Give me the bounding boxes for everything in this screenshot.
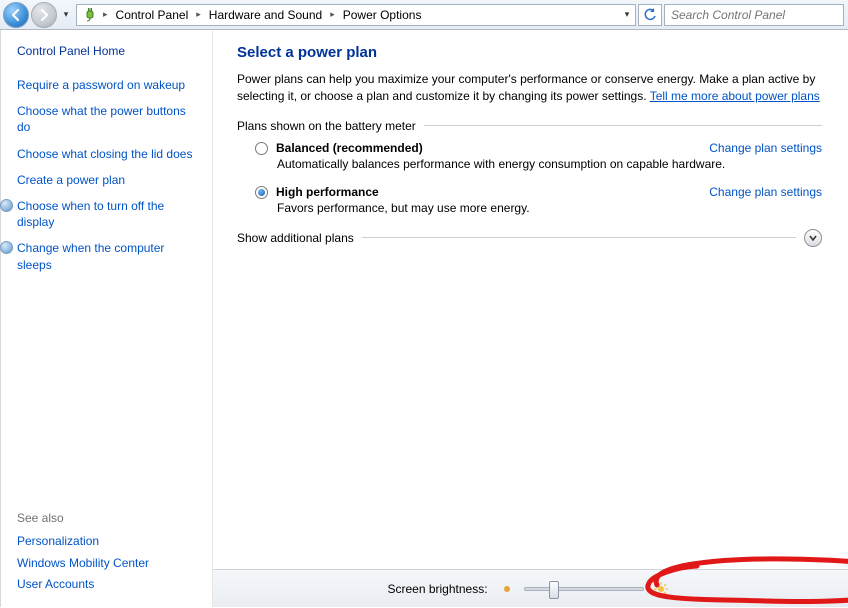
sidebar-link-turn-off-display[interactable]: Choose when to turn off the display — [17, 198, 196, 230]
plan-name-balanced: Balanced (recommended) — [276, 141, 423, 155]
sidebar-link-create-plan[interactable]: Create a power plan — [17, 172, 196, 188]
sidebar-link-computer-sleeps[interactable]: Change when the computer sleeps — [17, 240, 196, 272]
slider-thumb[interactable] — [549, 581, 559, 599]
radio-high-performance[interactable] — [255, 186, 268, 199]
power-plug-icon — [82, 7, 98, 23]
address-bar[interactable]: ▸ Control Panel ▸ Hardware and Sound ▸ P… — [76, 4, 636, 26]
search-box[interactable] — [664, 4, 844, 26]
expand-chevron-icon[interactable] — [804, 229, 822, 247]
breadcrumb-power-options[interactable]: Power Options — [337, 5, 428, 25]
sidebar-link-power-buttons[interactable]: Choose what the power buttons do — [17, 103, 196, 135]
sidebar-link-closing-lid[interactable]: Choose what closing the lid does — [17, 146, 196, 162]
plan-balanced: Balanced (recommended) Automatically bal… — [255, 141, 822, 171]
forward-button[interactable] — [31, 2, 57, 28]
sidebar: Control Panel Home Require a password on… — [0, 30, 212, 607]
see-also-personalization[interactable]: Personalization — [17, 533, 196, 549]
shield-icon — [0, 241, 13, 254]
chevron-right-icon: ▸ — [194, 9, 203, 20]
breadcrumb-hardware-and-sound[interactable]: Hardware and Sound — [203, 5, 328, 25]
content-pane: Select a power plan Power plans can help… — [212, 30, 848, 607]
search-input[interactable] — [669, 7, 839, 23]
sidebar-link-require-password[interactable]: Require a password on wakeup — [17, 77, 196, 93]
plan-name-high-performance: High performance — [276, 185, 379, 199]
see-also-heading: See also — [17, 510, 196, 525]
page-title: Select a power plan — [237, 44, 822, 61]
back-button[interactable] — [3, 2, 29, 28]
breadcrumb-control-panel[interactable]: Control Panel — [110, 5, 195, 25]
plans-section-label: Plans shown on the battery meter — [237, 119, 416, 133]
history-dropdown[interactable]: ▾ — [58, 5, 74, 25]
tell-me-more-link[interactable]: Tell me more about power plans — [650, 89, 820, 103]
plan-high-performance: High performance Favors performance, but… — [255, 185, 822, 215]
show-additional-label: Show additional plans — [237, 231, 354, 245]
brightness-label: Screen brightness: — [387, 582, 487, 596]
brightness-bar: Screen brightness: — [213, 569, 848, 607]
address-dropdown[interactable]: ▾ — [619, 5, 635, 25]
page-description: Power plans can help you maximize your c… — [237, 71, 822, 105]
see-also-user-accounts[interactable]: User Accounts — [17, 576, 196, 592]
change-settings-high-performance[interactable]: Change plan settings — [709, 185, 822, 199]
sidebar-item-label: Change when the computer sleeps — [17, 241, 164, 271]
sun-bright-icon — [654, 582, 668, 596]
plan-desc-high-performance: Favors performance, but may use more ene… — [277, 201, 822, 215]
brightness-slider[interactable] — [524, 587, 644, 591]
window-nav-bar: ▾ ▸ Control Panel ▸ Hardware and Sound ▸… — [0, 0, 848, 30]
plan-desc-balanced: Automatically balances performance with … — [277, 157, 822, 171]
plans-section-header: Plans shown on the battery meter — [237, 119, 822, 133]
shield-icon — [0, 199, 13, 212]
sun-dim-icon — [500, 582, 514, 596]
chevron-right-icon: ▸ — [328, 9, 337, 20]
refresh-button[interactable] — [638, 4, 662, 26]
control-panel-home-link[interactable]: Control Panel Home — [17, 44, 196, 58]
chevron-right-icon: ▸ — [101, 9, 110, 20]
sidebar-item-label: Choose when to turn off the display — [17, 199, 164, 229]
radio-balanced[interactable] — [255, 142, 268, 155]
show-additional-plans[interactable]: Show additional plans — [237, 229, 822, 247]
see-also-mobility-center[interactable]: Windows Mobility Center — [17, 555, 196, 571]
change-settings-balanced[interactable]: Change plan settings — [709, 141, 822, 155]
